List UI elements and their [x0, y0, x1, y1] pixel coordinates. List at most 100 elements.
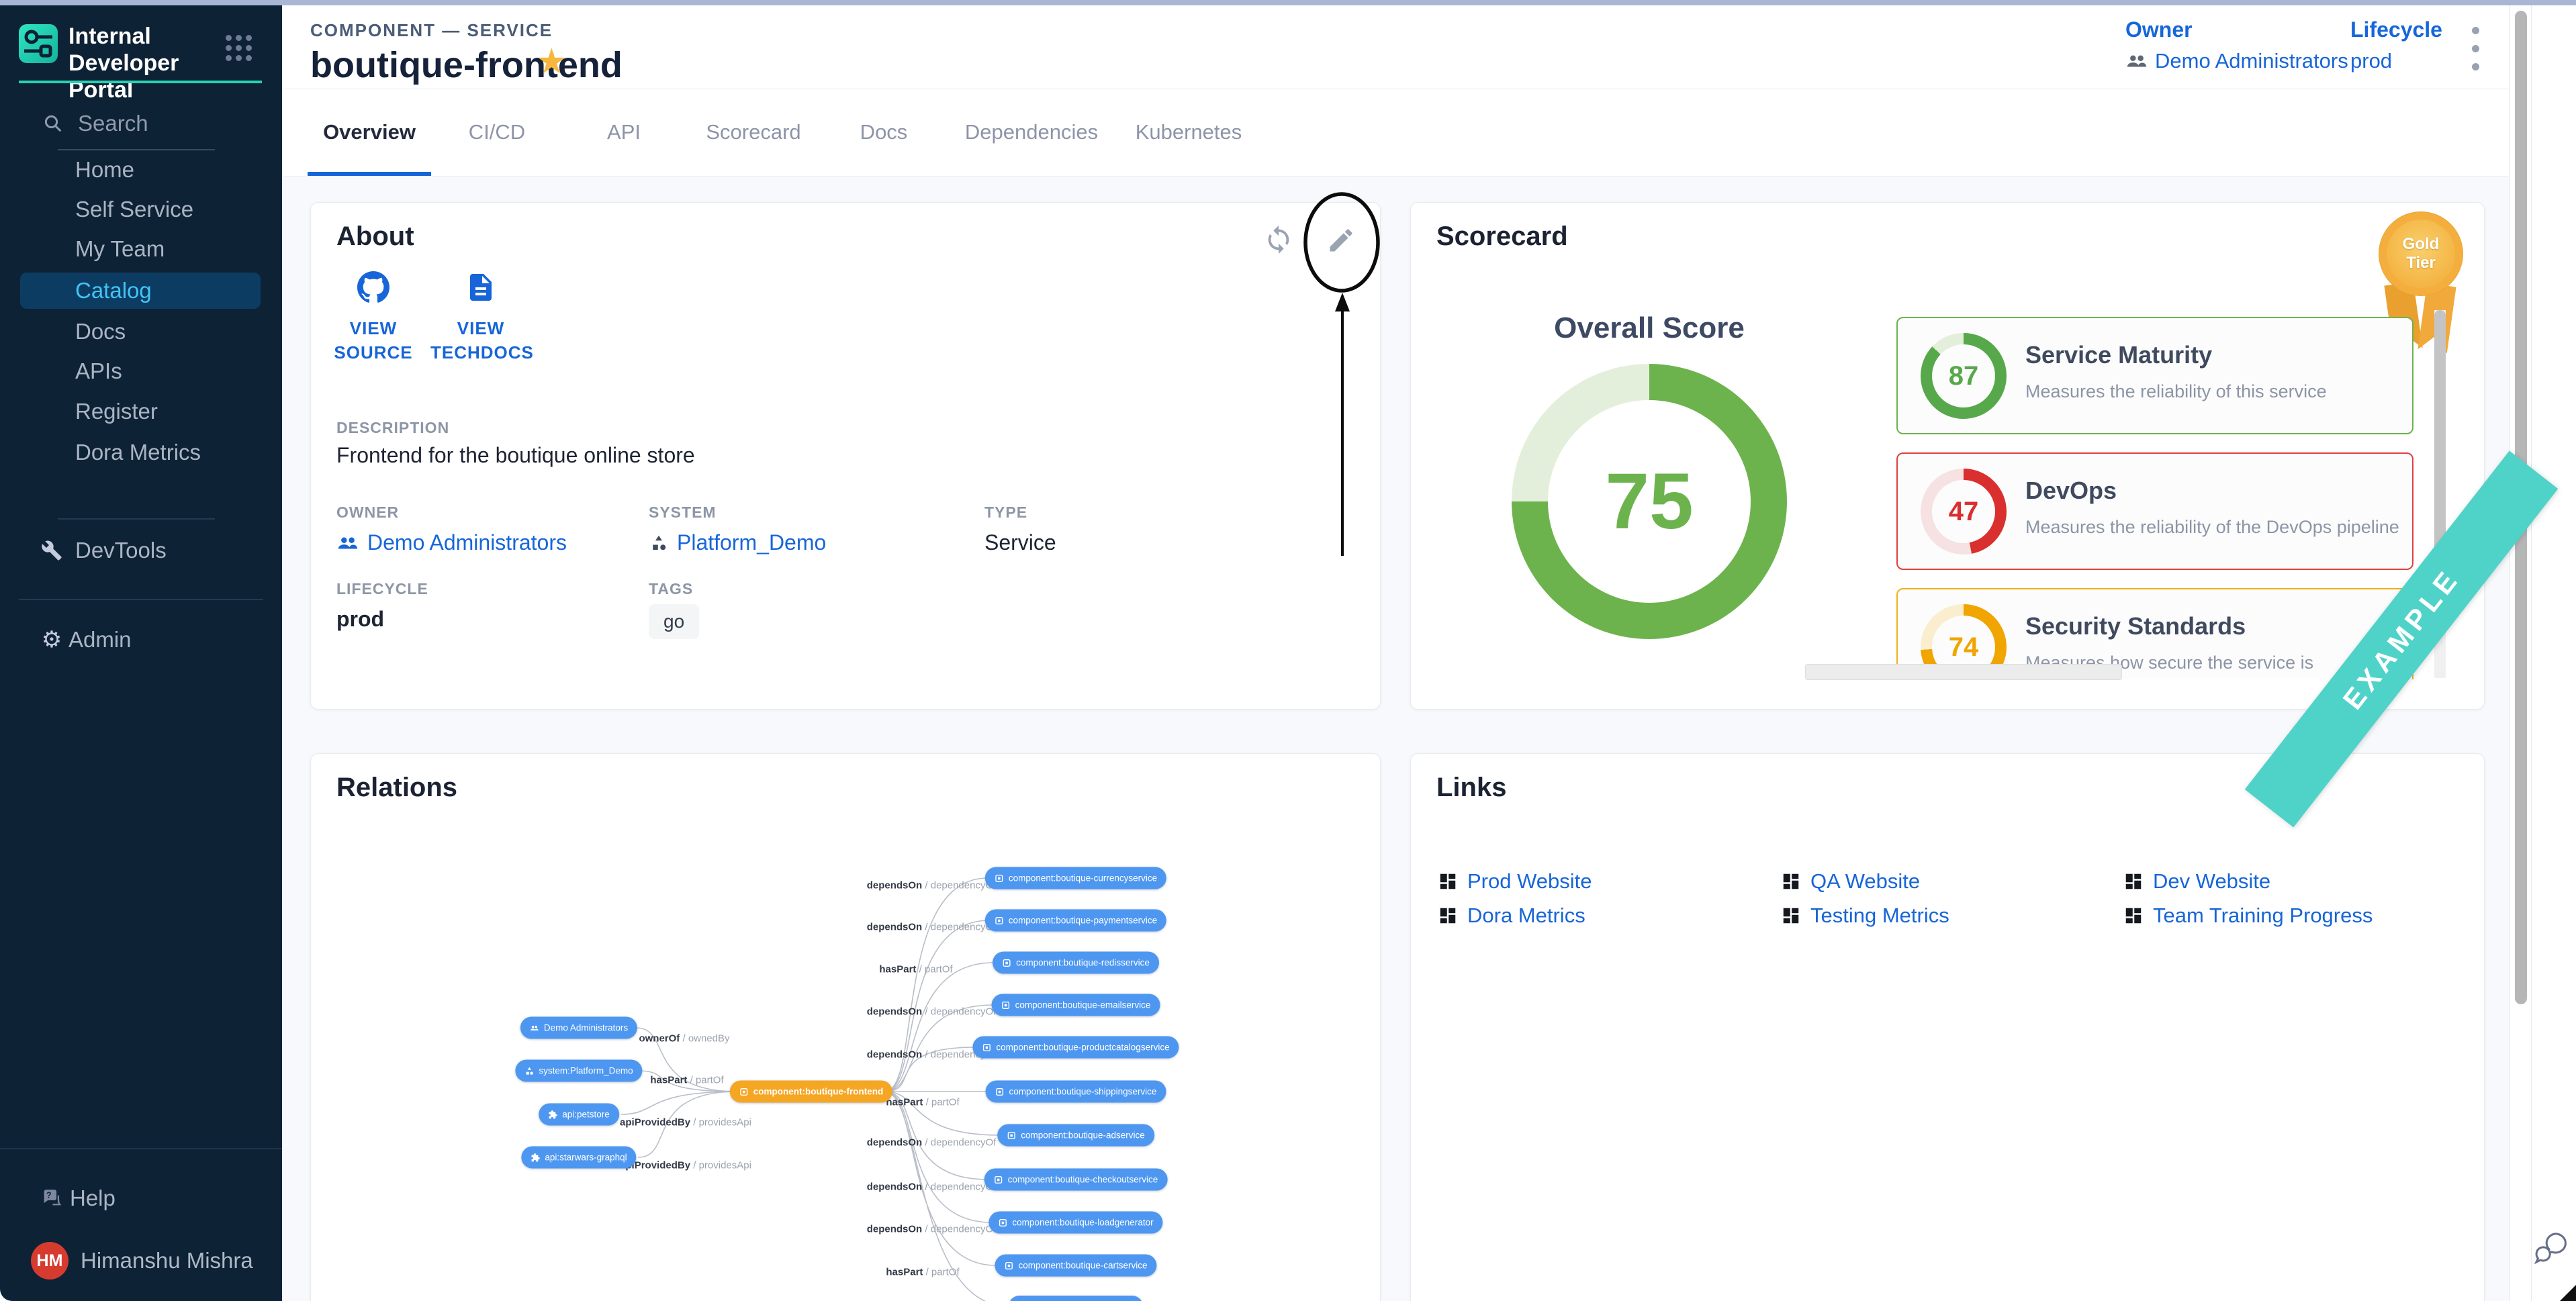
tab-kubernetes[interactable]: Kubernetes — [1136, 93, 1242, 172]
sidebar-user[interactable]: HM Himanshu Mishra — [0, 1242, 282, 1280]
overall-score-donut: 75 — [1512, 364, 1787, 639]
apps-grid-icon[interactable] — [226, 35, 257, 66]
dashboard-icon — [2123, 906, 2144, 926]
graph-node-frontend[interactable]: component:boutique-frontend — [730, 1081, 892, 1103]
graph-node-label: component:boutique-productcatalogservice — [996, 1043, 1169, 1053]
sidebar-search[interactable]: Search — [43, 107, 244, 140]
graph-node-starwars[interactable]: api:starwars-graphql — [521, 1147, 636, 1169]
graph-node-label: component:boutique-loadgenerator — [1012, 1218, 1153, 1228]
graph-node-loadgen[interactable]: component:boutique-loadgenerator — [988, 1212, 1162, 1234]
score-item-title: Security Standards — [2025, 612, 2246, 640]
graph-node-cart[interactable]: component:boutique-cartservice — [995, 1255, 1156, 1277]
edge-label: hasPart / partOf — [650, 1075, 723, 1086]
favorite-star-icon[interactable]: ★ — [536, 42, 567, 82]
app-root: Internal Developer Portal Search HomeSel… — [0, 0, 2576, 1301]
link-team-training-progress[interactable]: Team Training Progress — [2123, 904, 2373, 928]
score-item-devops[interactable]: 47DevOpsMeasures the reliability of the … — [1896, 452, 2413, 570]
link-label: Team Training Progress — [2153, 904, 2373, 928]
graph-node-petstore[interactable]: api:petstore — [539, 1104, 619, 1126]
page-title: boutique-frontend — [310, 44, 623, 86]
tab-dependencies[interactable]: Dependencies — [965, 93, 1098, 172]
graph-node-email[interactable]: component:boutique-emailservice — [992, 994, 1160, 1016]
score-value: 47 — [1949, 497, 1979, 527]
sidebar-item-register[interactable]: Register — [20, 393, 261, 430]
tag-chip[interactable]: go — [649, 604, 699, 639]
edge-label: dependsOn / dependencyOf — [867, 1182, 997, 1193]
component-icon — [995, 873, 1004, 883]
tab-scorecard[interactable]: Scorecard — [706, 93, 800, 172]
component-icon — [739, 1087, 749, 1096]
graph-node-partial[interactable] — [1009, 1296, 1143, 1301]
system-icon — [524, 1066, 534, 1075]
link-dev-website[interactable]: Dev Website — [2123, 869, 2270, 894]
owner-field-value[interactable]: Demo Administrators — [336, 530, 567, 555]
score-donut: 47 — [1921, 469, 2007, 555]
sidebar-item-help[interactable]: ? Help — [0, 1179, 282, 1217]
tab-overview[interactable]: Overview — [323, 93, 416, 172]
refresh-icon[interactable] — [1263, 224, 1298, 259]
lifecycle-field-label: LIFECYCLE — [336, 580, 428, 598]
component-icon — [995, 916, 1004, 925]
api-puzzle-icon — [531, 1153, 540, 1162]
lifecycle-label: Lifecycle — [2350, 17, 2442, 42]
portal-logo[interactable] — [19, 24, 58, 63]
help-chat-icon: ? — [39, 1186, 64, 1211]
link-qa-website[interactable]: QA Website — [1781, 869, 1920, 894]
graph-node-label: component:boutique-shippingservice — [1009, 1087, 1157, 1097]
edge-label: dependsOn / dependencyOf — [867, 1224, 997, 1235]
more-options-button[interactable] — [2463, 24, 2487, 78]
links-card: Links Prod WebsiteQA WebsiteDev WebsiteD… — [1410, 753, 2485, 1301]
tab-docs[interactable]: Docs — [860, 93, 908, 172]
score-value: 87 — [1949, 361, 1979, 391]
graph-node-currency[interactable]: component:boutique-currencyservice — [985, 867, 1166, 889]
sidebar-item-catalog[interactable]: Catalog — [20, 273, 261, 309]
chat-bubbles-icon[interactable] — [2530, 1224, 2572, 1266]
graph-node-platform[interactable]: system:Platform_Demo — [515, 1060, 642, 1082]
link-testing-metrics[interactable]: Testing Metrics — [1781, 904, 1949, 928]
link-prod-website[interactable]: Prod Website — [1438, 869, 1592, 894]
link-dora-metrics[interactable]: Dora Metrics — [1438, 904, 1585, 928]
type-field-value: Service — [984, 530, 1056, 555]
sidebar-item-self-service[interactable]: Self Service — [20, 191, 261, 228]
api-puzzle-icon — [548, 1110, 557, 1119]
tab-api[interactable]: API — [607, 93, 641, 172]
graph-node-admins[interactable]: Demo Administrators — [520, 1017, 637, 1039]
type-field-label: TYPE — [984, 503, 1027, 522]
sidebar-item-admin[interactable]: ⚙ Admin — [0, 621, 282, 659]
overall-score-label: Overall Score — [1554, 311, 1745, 345]
graph-node-checkout[interactable]: component:boutique-checkoutservice — [984, 1169, 1168, 1191]
relations-card: Relations ownerOf / ownedByhasPart / par… — [310, 753, 1381, 1301]
graph-node-shipping[interactable]: component:boutique-shippingservice — [986, 1081, 1166, 1103]
graph-node-payment[interactable]: component:boutique-paymentservice — [985, 910, 1166, 932]
system-field-value[interactable]: Platform_Demo — [649, 530, 826, 555]
sidebar-item-label: Help — [70, 1186, 116, 1211]
graph-edge — [621, 1092, 737, 1114]
view-techdocs-link[interactable]: VIEW TECHDOCS — [430, 271, 531, 365]
graph-node-label: system:Platform_Demo — [539, 1066, 633, 1076]
sidebar-item-dora-metrics[interactable]: Dora Metrics — [20, 434, 261, 471]
score-item-description: Measures the reliability of this service — [2025, 381, 2327, 402]
graph-node-ad[interactable]: component:boutique-adservice — [997, 1124, 1154, 1147]
graph-node-label: component:boutique-frontend — [753, 1087, 883, 1097]
sidebar-item-devtools[interactable]: DevTools — [0, 532, 282, 569]
sidebar-item-docs[interactable]: Docs — [20, 314, 261, 350]
graph-edge — [885, 1092, 996, 1265]
owner-link[interactable]: Demo Administrators — [2125, 49, 2348, 73]
owner-label: Owner — [2125, 17, 2348, 42]
edge-label: hasPart / partOf — [879, 964, 952, 975]
description-value: Frontend for the boutique online store — [336, 443, 695, 468]
wrench-icon — [39, 538, 64, 563]
score-list-hscrollbar[interactable] — [1805, 664, 2122, 680]
edit-pencil-icon[interactable] — [1326, 226, 1361, 260]
graph-node-redis[interactable]: component:boutique-redisservice — [993, 952, 1159, 974]
graph-node-label: Demo Administrators — [544, 1023, 628, 1033]
score-item-service-maturity[interactable]: 87Service MaturityMeasures the reliabili… — [1896, 317, 2413, 434]
graph-node-catalog[interactable]: component:boutique-productcatalogservice — [972, 1037, 1179, 1059]
view-source-link[interactable]: VIEW SOURCE — [323, 271, 424, 365]
sidebar-item-apis[interactable]: APIs — [20, 353, 261, 389]
graph-node-label: api:starwars-graphql — [545, 1153, 627, 1163]
sidebar-item-my-team[interactable]: My Team — [20, 231, 261, 267]
sidebar-item-home[interactable]: Home — [20, 152, 261, 188]
tab-ci-cd[interactable]: CI/CD — [469, 93, 525, 172]
edge-label: dependsOn / dependencyOf — [867, 880, 997, 892]
